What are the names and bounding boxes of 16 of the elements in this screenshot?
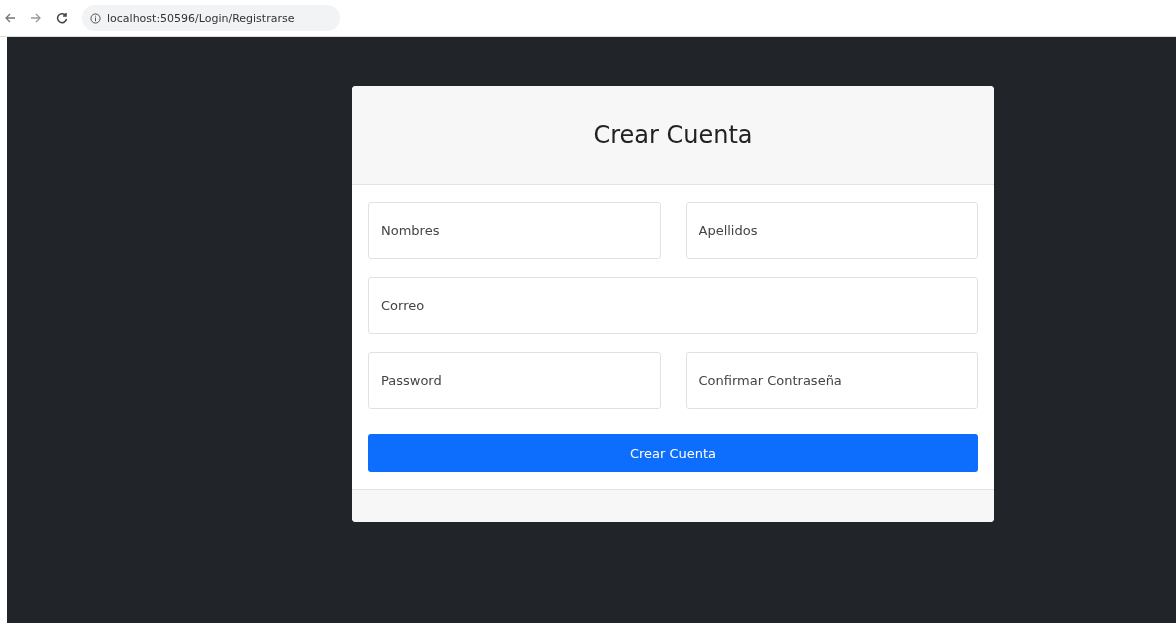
input-field[interactable]: Nombres [368, 202, 661, 259]
input-field[interactable]: Confirmar Contraseña [685, 352, 978, 409]
input-field[interactable]: Apellidos [685, 202, 978, 259]
address-bar[interactable]: localhost:50596/Login/Registrarse [82, 5, 340, 31]
input-field[interactable]: Correo [368, 277, 978, 334]
create-account-button[interactable]: Crear Cuenta [368, 434, 978, 472]
url-text: localhost:50596/Login/Registrarse [107, 11, 295, 25]
forward-button[interactable] [30, 12, 42, 24]
back-arrow-icon [4, 12, 16, 24]
back-button[interactable] [4, 12, 16, 24]
info-icon [90, 12, 101, 24]
reload-icon [56, 12, 68, 24]
input-field[interactable]: Password [368, 352, 661, 409]
form-title: Crear Cuenta [593, 121, 753, 149]
forward-arrow-icon [30, 12, 42, 24]
reload-button[interactable] [56, 12, 68, 24]
